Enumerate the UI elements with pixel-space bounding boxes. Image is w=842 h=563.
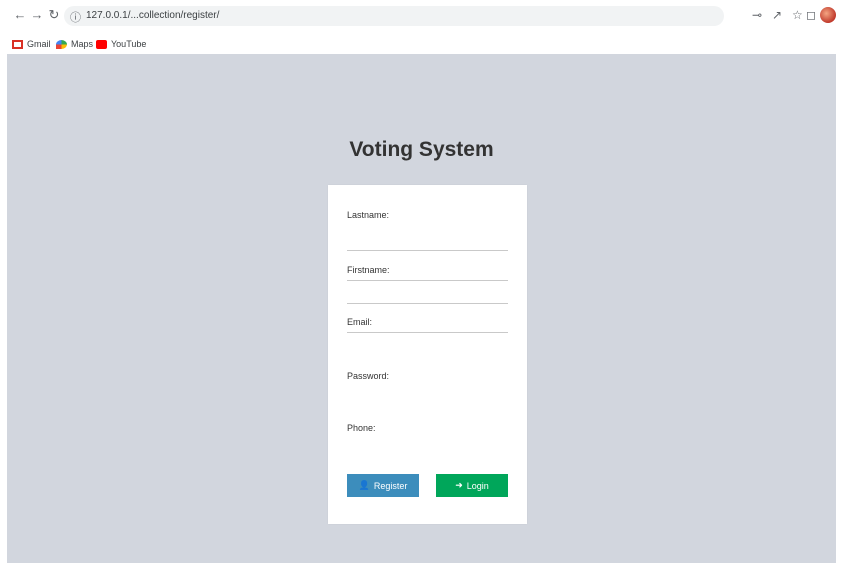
side-panel-icon[interactable]: ◻ (806, 9, 816, 21)
browser-toolbar: ← → ↻ ⓘ 127.0.0.1/...collection/register… (0, 0, 842, 34)
bookmarks-bar: Gmail Maps YouTube (0, 34, 842, 54)
bookmark-maps[interactable]: Maps (56, 37, 93, 51)
firstname-underline (347, 303, 508, 304)
firstname-input[interactable] (347, 287, 508, 303)
email-label: Email: (347, 317, 373, 327)
lastname-input[interactable] (347, 233, 508, 249)
bookmark-gmail[interactable]: Gmail (12, 37, 51, 51)
address-bar-url: 127.0.0.1/...collection/register/ (86, 10, 220, 21)
star-icon[interactable]: ☆ (792, 9, 803, 21)
firstname-label-underline (347, 280, 508, 281)
bookmark-label: YouTube (111, 39, 147, 49)
site-info-icon[interactable]: ⓘ (70, 9, 81, 25)
login-button[interactable]: ➜ Login (436, 474, 508, 497)
phone-label: Phone: (347, 423, 376, 433)
register-button[interactable]: 👤 Register (347, 474, 419, 497)
forward-icon[interactable]: → (30, 8, 44, 22)
lastname-label: Lastname: (347, 210, 390, 220)
share-icon[interactable]: ↗ (772, 9, 782, 21)
maps-icon (56, 39, 67, 49)
back-icon[interactable]: ← (13, 8, 27, 22)
password-input[interactable] (347, 388, 508, 404)
gmail-icon (12, 39, 23, 49)
email-input[interactable] (347, 339, 508, 355)
phone-input[interactable] (347, 440, 508, 456)
youtube-icon (96, 39, 107, 49)
firstname-label: Firstname: (347, 265, 390, 275)
user-plus-icon: 👤 (358, 480, 370, 490)
password-label: Password: (347, 371, 390, 381)
register-form: Lastname: Firstname: Email: Password: Ph… (328, 185, 527, 524)
sign-in-icon: ➜ (455, 480, 463, 490)
profile-avatar[interactable] (820, 7, 836, 23)
reload-icon[interactable]: ↻ (47, 8, 61, 22)
login-button-label: Login (466, 480, 489, 491)
register-button-label: Register (373, 480, 408, 491)
email-underline (347, 332, 508, 333)
bookmark-label: Maps (71, 39, 94, 49)
lastname-underline (347, 250, 508, 251)
page-title: Voting System (349, 138, 494, 161)
key-icon[interactable]: ⊸ (752, 9, 762, 21)
address-bar[interactable]: ⓘ 127.0.0.1/...collection/register/ (64, 6, 724, 26)
bookmark-youtube[interactable]: YouTube (96, 37, 146, 51)
bookmark-label: Gmail (27, 39, 51, 49)
page-background: Voting System Lastname: Firstname: Email… (7, 54, 836, 563)
